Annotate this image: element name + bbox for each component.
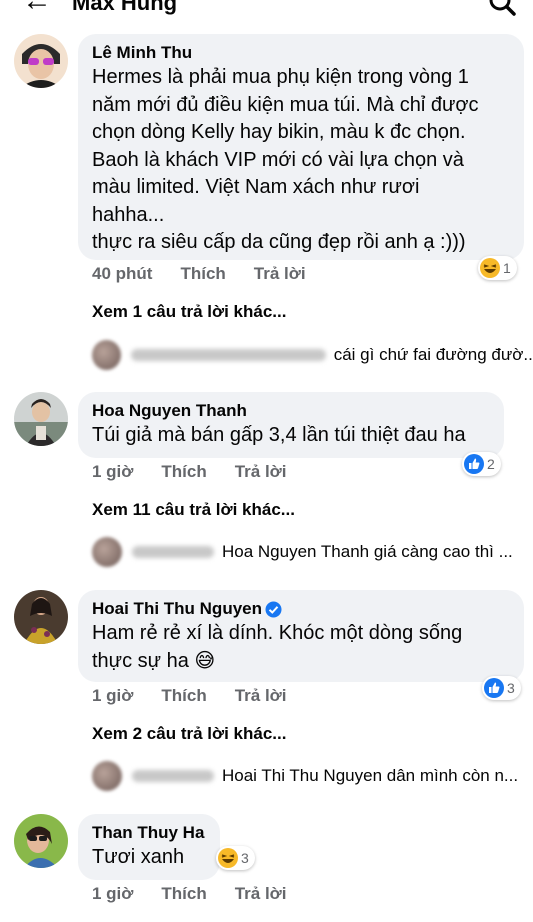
avatar[interactable] bbox=[14, 814, 68, 868]
comment-time: 1 giờ bbox=[92, 686, 134, 705]
reaction-count: 2 bbox=[487, 456, 495, 472]
haha-icon bbox=[480, 258, 500, 278]
comment-time: 1 giờ bbox=[92, 884, 134, 903]
reply-avatar bbox=[92, 340, 122, 370]
comment-time: 1 giờ bbox=[92, 462, 134, 481]
comment-line: Tươi xanh bbox=[92, 846, 185, 868]
reply-avatar bbox=[92, 761, 122, 791]
haha-icon bbox=[218, 848, 238, 868]
comment-time: 40 phút bbox=[92, 264, 153, 283]
comment-author[interactable]: Lê Minh Thu bbox=[92, 42, 510, 64]
blurred-reply-author bbox=[132, 546, 214, 558]
comment-bubble: Lê Minh Thu Hermes là phải mua phụ kiện … bbox=[78, 34, 524, 260]
comment-bubble: Than Thuy Ha Tươi xanh bbox=[78, 814, 220, 880]
comment-author[interactable]: Hoa Nguyen Thanh bbox=[92, 400, 490, 422]
comment-line: năm mới đủ điều kiện mua túi. Mà chỉ đượ… bbox=[92, 93, 479, 116]
comment-line: hahha... bbox=[92, 203, 165, 226]
search-icon[interactable] bbox=[488, 0, 516, 16]
reply-preview[interactable]: Hoai Thi Thu Nguyen dân mình còn n... bbox=[92, 761, 532, 791]
reaction-badge[interactable]: 3 bbox=[482, 676, 521, 700]
like-button[interactable]: Thích bbox=[180, 264, 225, 284]
comment-author[interactable]: Hoai Thi Thu Nguyen bbox=[92, 598, 510, 620]
reply-preview-text: Hoai Thi Thu Nguyen dân mình còn n... bbox=[222, 766, 519, 785]
reply-avatar bbox=[92, 537, 122, 567]
comment-author-name[interactable]: Hoai Thi Thu Nguyen bbox=[92, 598, 262, 620]
comment-line: Baoh là khách VIP mới có vài lựa chọn và bbox=[92, 148, 464, 171]
comment-line: màu limited. Việt Nam xách như rươi bbox=[92, 176, 420, 198]
reaction-count: 3 bbox=[241, 850, 249, 866]
blurred-reply-author bbox=[131, 349, 326, 361]
blurred-reply-author bbox=[132, 770, 214, 782]
arrow-left-icon[interactable]: ← bbox=[22, 0, 52, 16]
comment-actions: 1 giờ Thích Trả lời bbox=[92, 462, 315, 482]
like-icon bbox=[464, 454, 484, 474]
reply-preview-text: cái gì chứ fai đường đườ... bbox=[333, 345, 532, 364]
comment-line: thực sự ha 😅 bbox=[92, 649, 216, 672]
reply-button[interactable]: Trả lời bbox=[235, 884, 287, 904]
view-more-replies[interactable]: Xem 2 câu trả lời khác... bbox=[92, 724, 286, 744]
like-button[interactable]: Thích bbox=[161, 884, 206, 904]
reaction-badge[interactable]: 2 bbox=[462, 452, 501, 476]
avatar[interactable] bbox=[14, 392, 68, 446]
verified-badge-icon bbox=[265, 601, 282, 617]
reaction-count: 1 bbox=[503, 260, 511, 276]
like-button[interactable]: Thích bbox=[161, 686, 206, 706]
reaction-badge[interactable]: 1 bbox=[478, 256, 517, 280]
reply-preview[interactable]: cái gì chứ fai đường đườ... bbox=[92, 340, 532, 370]
comment-line: Hermes là phải mua phụ kiện trong vòng 1 bbox=[92, 66, 469, 88]
comment-line: chọn dòng Kelly hay bikin, màu k đc chọn… bbox=[92, 121, 466, 143]
reaction-count: 3 bbox=[507, 680, 515, 696]
comment-line: Túi giả mà bán gấp 3,4 lần túi thiệt đau… bbox=[92, 424, 466, 446]
comment-actions: 40 phút Thích Trả lời bbox=[92, 264, 334, 284]
like-button[interactable]: Thích bbox=[161, 462, 206, 482]
reply-button[interactable]: Trả lời bbox=[235, 686, 287, 706]
page-title: Max Hùng bbox=[72, 0, 178, 15]
view-more-replies[interactable]: Xem 11 câu trả lời khác... bbox=[92, 500, 295, 520]
reply-button[interactable]: Trả lời bbox=[254, 264, 306, 284]
avatar[interactable] bbox=[14, 590, 68, 644]
reply-preview-text: Hoa Nguyen Thanh giá càng cao thì ... bbox=[222, 542, 513, 561]
comment-line: thực ra siêu cấp da cũng đẹp rồi anh ạ :… bbox=[92, 231, 466, 253]
comment-bubble: Hoa Nguyen Thanh Túi giả mà bán gấp 3,4 … bbox=[78, 392, 504, 458]
comment-actions: 1 giờ Thích Trả lời bbox=[92, 884, 315, 904]
comment-author[interactable]: Than Thuy Ha bbox=[92, 822, 206, 844]
view-more-replies[interactable]: Xem 1 câu trả lời khác... bbox=[92, 302, 286, 322]
reply-button[interactable]: Trả lời bbox=[235, 462, 287, 482]
top-bar: ← Max Hùng bbox=[0, 0, 533, 18]
avatar[interactable] bbox=[14, 34, 68, 88]
comment-line: Ham rẻ rẻ xí là dính. Khóc một dòng sống bbox=[92, 622, 463, 644]
reaction-badge[interactable]: 3 bbox=[216, 846, 255, 870]
like-icon bbox=[484, 678, 504, 698]
comment-actions: 1 giờ Thích Trả lời bbox=[92, 686, 315, 706]
reply-preview[interactable]: Hoa Nguyen Thanh giá càng cao thì ... bbox=[92, 537, 532, 567]
comment-bubble: Hoai Thi Thu Nguyen Ham rẻ rẻ xí là dính… bbox=[78, 590, 524, 682]
